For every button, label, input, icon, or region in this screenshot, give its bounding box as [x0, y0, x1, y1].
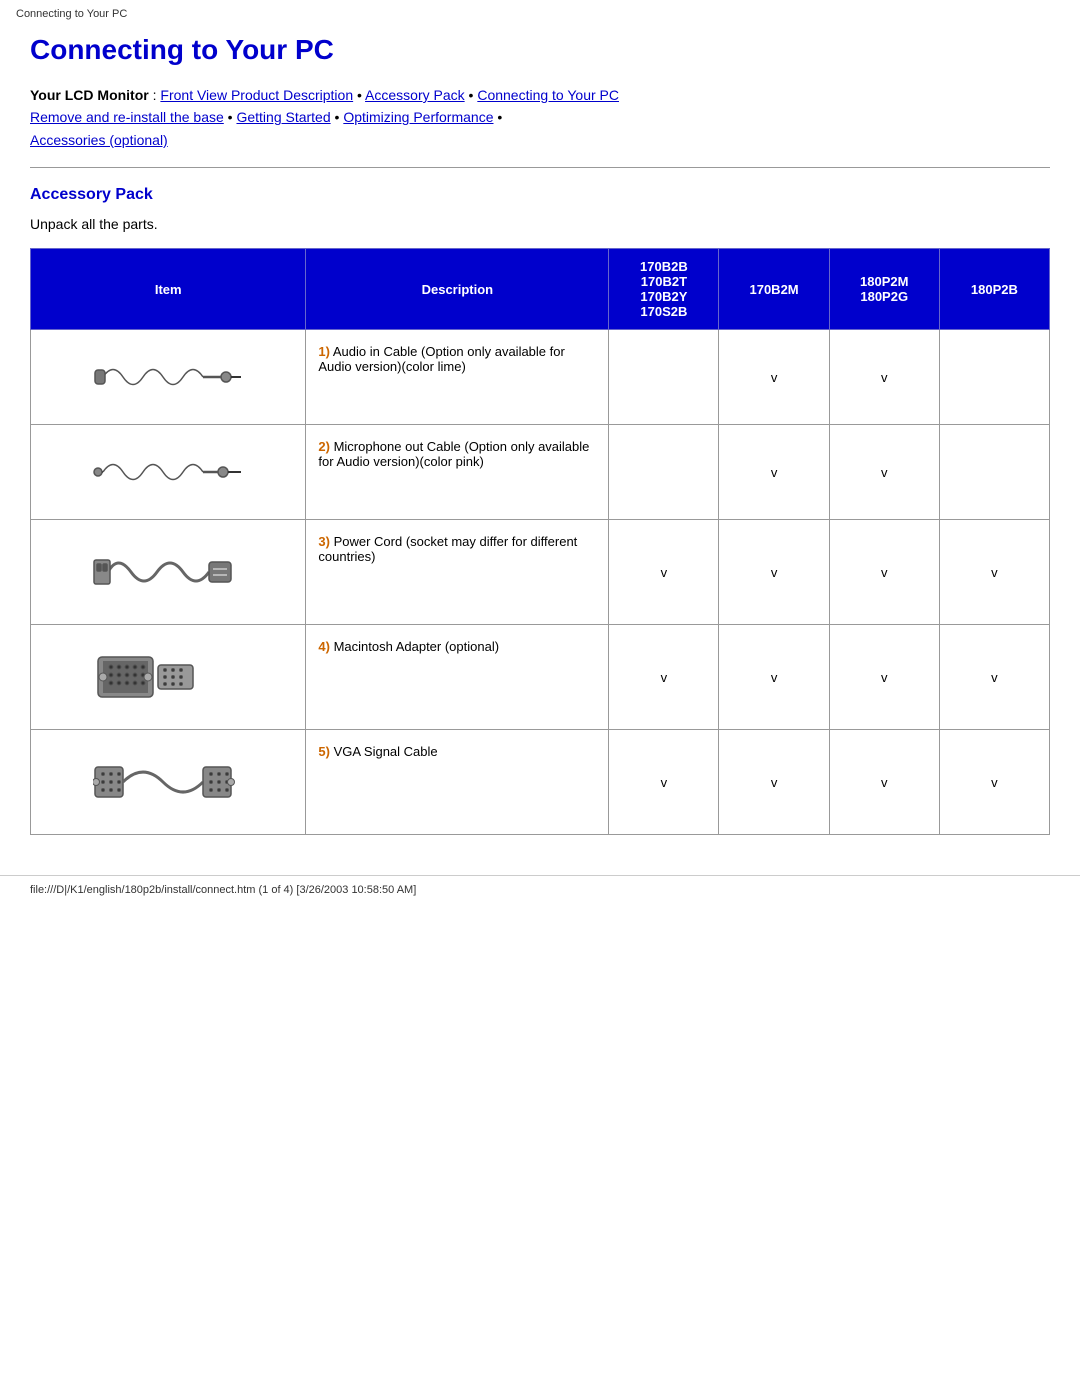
- footer-bar: file:///D|/K1/english/180p2b/install/con…: [0, 875, 1080, 904]
- navigation-links: Your LCD Monitor : Front View Product De…: [30, 84, 1050, 151]
- desc-cell-1: 1) Audio in Cable (Option only available…: [306, 330, 609, 425]
- th-model4: 180P2B: [939, 249, 1049, 330]
- compat-1-m4: [939, 330, 1049, 425]
- compat-4-m2: v: [719, 625, 829, 730]
- section-title: Accessory Pack: [30, 186, 1050, 204]
- item-number-5: 5): [318, 744, 330, 759]
- browser-bar: Connecting to Your PC: [0, 0, 1080, 24]
- th-model2: 170B2M: [719, 249, 829, 330]
- th-model3: 180P2M180P2G: [829, 249, 939, 330]
- nav-link-accessory-pack[interactable]: Accessory Pack: [365, 87, 465, 103]
- compat-5-m4: v: [939, 730, 1049, 835]
- compat-5-m1: v: [609, 730, 719, 835]
- nav-link-front-view[interactable]: Front View Product Description: [160, 87, 353, 103]
- intro-text: Unpack all the parts.: [30, 216, 1050, 232]
- item-image-4: [31, 625, 306, 730]
- table-row: 4) Macintosh Adapter (optional) v v v v: [31, 625, 1050, 730]
- item-image-5: [31, 730, 306, 835]
- compat-1-m1: [609, 330, 719, 425]
- accessory-table: Item Description 170B2B170B2T170B2Y170S2…: [30, 248, 1050, 835]
- desc-cell-5: 5) VGA Signal Cable: [306, 730, 609, 835]
- compat-3-m1: v: [609, 520, 719, 625]
- compat-3-m2: v: [719, 520, 829, 625]
- table-row: 5) VGA Signal Cable v v v v: [31, 730, 1050, 835]
- item-number-2: 2): [318, 439, 330, 454]
- nav-link-optimizing[interactable]: Optimizing Performance: [343, 109, 493, 125]
- nav-link-connecting[interactable]: Connecting to Your PC: [477, 87, 619, 103]
- power-cord-svg: [93, 532, 243, 612]
- desc-cell-4: 4) Macintosh Adapter (optional): [306, 625, 609, 730]
- audio-cable-svg: [93, 342, 243, 412]
- th-model1: 170B2B170B2T170B2Y170S2B: [609, 249, 719, 330]
- item-image-2: [31, 425, 306, 520]
- vga-cable-svg: [93, 742, 243, 822]
- item-number-1: 1): [318, 344, 330, 359]
- nav-link-remove-base[interactable]: Remove and re-install the base: [30, 109, 224, 125]
- item-number-4: 4): [318, 639, 330, 654]
- mic-cable-svg: [93, 437, 243, 507]
- compat-2-m3: v: [829, 425, 939, 520]
- compat-5-m2: v: [719, 730, 829, 835]
- mac-adapter-svg: [93, 637, 243, 717]
- compat-4-m1: v: [609, 625, 719, 730]
- page-title: Connecting to Your PC: [30, 34, 1050, 66]
- table-row: 2) Microphone out Cable (Option only ava…: [31, 425, 1050, 520]
- nav-link-getting-started[interactable]: Getting Started: [236, 109, 330, 125]
- table-row: 3) Power Cord (socket may differ for dif…: [31, 520, 1050, 625]
- table-header-row: Item Description 170B2B170B2T170B2Y170S2…: [31, 249, 1050, 330]
- th-item: Item: [31, 249, 306, 330]
- compat-4-m4: v: [939, 625, 1049, 730]
- item-number-3: 3): [318, 534, 330, 549]
- desc-cell-2: 2) Microphone out Cable (Option only ava…: [306, 425, 609, 520]
- compat-1-m2: v: [719, 330, 829, 425]
- item-image-1: [31, 330, 306, 425]
- table-row: 1) Audio in Cable (Option only available…: [31, 330, 1050, 425]
- compat-1-m3: v: [829, 330, 939, 425]
- compat-2-m1: [609, 425, 719, 520]
- nav-link-accessories[interactable]: Accessories (optional): [30, 132, 168, 148]
- compat-4-m3: v: [829, 625, 939, 730]
- desc-cell-3: 3) Power Cord (socket may differ for dif…: [306, 520, 609, 625]
- compat-3-m3: v: [829, 520, 939, 625]
- main-content: Connecting to Your PC Your LCD Monitor :…: [0, 24, 1080, 865]
- footer-text: file:///D|/K1/english/180p2b/install/con…: [30, 884, 416, 896]
- th-description: Description: [306, 249, 609, 330]
- item-image-3: [31, 520, 306, 625]
- compat-3-m4: v: [939, 520, 1049, 625]
- compat-5-m3: v: [829, 730, 939, 835]
- compat-2-m2: v: [719, 425, 829, 520]
- nav-prefix: Your LCD Monitor: [30, 87, 149, 103]
- divider: [30, 167, 1050, 168]
- browser-bar-text: Connecting to Your PC: [16, 8, 127, 20]
- compat-2-m4: [939, 425, 1049, 520]
